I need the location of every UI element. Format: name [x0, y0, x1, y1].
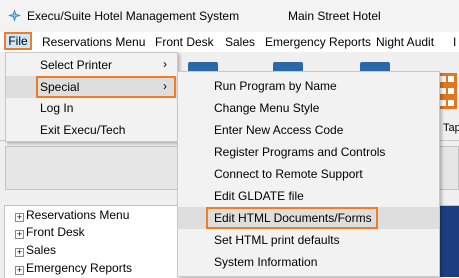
menu-reservations[interactable]: Reservations Menu	[42, 35, 145, 49]
menu-item-exit[interactable]: Exit Execu/Tech	[6, 119, 177, 141]
menu-file[interactable]: File	[4, 32, 32, 50]
expand-icon[interactable]: +	[15, 213, 24, 222]
expand-icon[interactable]: +	[15, 230, 24, 239]
file-menu: Select Printer › Special › Log In Exit E…	[5, 52, 178, 142]
app-title: Execu/Suite Hotel Management System	[27, 9, 240, 23]
title-bar: Execu/Suite Hotel Management System Main…	[0, 0, 459, 32]
expand-icon[interactable]: +	[15, 248, 24, 257]
chevron-right-icon: ›	[163, 79, 167, 93]
toolbar-label: Tap	[443, 122, 459, 134]
menu-item-enter-access-code[interactable]: Enter New Access Code	[178, 119, 439, 141]
menu-item-run-program[interactable]: Run Program by Name	[178, 75, 439, 97]
menu-sales[interactable]: Sales	[225, 35, 255, 49]
tree-item[interactable]: + Emergency Reports	[15, 261, 132, 277]
menu-item-select-printer[interactable]: Select Printer ›	[6, 54, 177, 76]
tree-item[interactable]: + Sales	[15, 243, 56, 259]
background-panel	[438, 206, 459, 277]
grid-icon[interactable]	[437, 73, 457, 109]
hotel-name: Main Street Hotel	[288, 9, 381, 23]
menu-item-remote-support[interactable]: Connect to Remote Support	[178, 163, 439, 185]
menu-item-special[interactable]: Special ›	[6, 76, 177, 98]
menu-item-edit-html-documents[interactable]: Edit HTML Documents/Forms	[178, 207, 439, 229]
menu-item-log-in[interactable]: Log In	[6, 97, 177, 119]
menu-front-desk[interactable]: Front Desk	[155, 35, 214, 49]
menu-item-edit-gldate[interactable]: Edit GLDATE file	[178, 185, 439, 207]
menu-item-register-programs[interactable]: Register Programs and Controls	[178, 141, 439, 163]
tree-item-label: Front Desk	[26, 225, 85, 239]
special-menu: Run Program by Name Change Menu Style En…	[177, 71, 440, 277]
tree-item[interactable]: + Reservations Menu	[15, 208, 129, 224]
menu-overflow[interactable]: I	[453, 35, 456, 49]
menu-night-audit[interactable]: Night Audit	[376, 35, 434, 49]
chevron-right-icon: ›	[163, 57, 167, 71]
expand-icon[interactable]: +	[15, 266, 24, 275]
menu-item-html-print-defaults[interactable]: Set HTML print defaults	[178, 229, 439, 251]
tree-item-label: Sales	[26, 243, 57, 257]
tree-item-label: Emergency Reports	[26, 261, 133, 275]
menu-emergency-reports[interactable]: Emergency Reports	[265, 35, 371, 49]
menu-item-change-menu-style[interactable]: Change Menu Style	[178, 97, 439, 119]
menu-bar: File Reservations Menu Front Desk Sales …	[0, 32, 459, 52]
tree-item[interactable]: + Front Desk	[15, 225, 85, 241]
tree-item-label: Reservations Menu	[26, 208, 130, 222]
app-logo-icon	[8, 9, 21, 22]
menu-item-system-information[interactable]: System Information	[178, 251, 439, 273]
